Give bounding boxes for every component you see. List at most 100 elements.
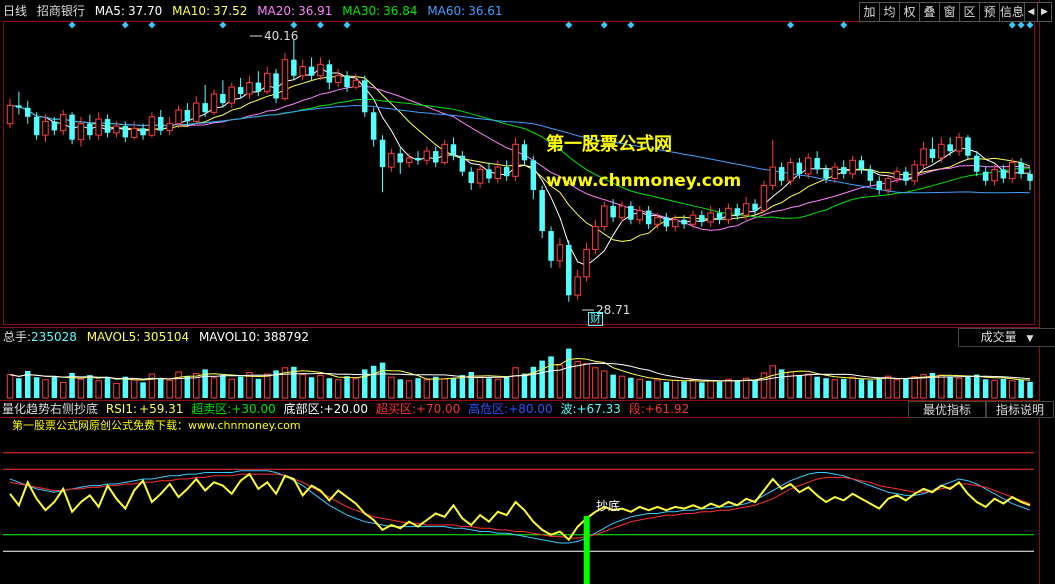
window-button[interactable]: 窗 xyxy=(939,2,960,22)
volume-bar xyxy=(60,381,67,399)
candle-body xyxy=(6,104,14,125)
candle-body xyxy=(858,160,865,170)
volume-bar xyxy=(654,379,661,399)
ma10-value: 37.52 xyxy=(213,4,248,18)
bottom-value: +20.00 xyxy=(323,402,369,416)
indicator-title[interactable]: 量化趋势右侧抄底 xyxy=(2,402,98,416)
candle-body xyxy=(77,123,85,141)
volume-bar xyxy=(965,376,971,398)
forecast-button[interactable]: 预 xyxy=(979,2,1000,22)
volume-bar xyxy=(415,378,421,398)
rsi-lines xyxy=(9,470,1031,544)
candle-body xyxy=(654,216,661,225)
prev-arrow-icon[interactable]: ◀ xyxy=(1024,2,1038,22)
candle-body xyxy=(760,184,768,211)
volume-bar xyxy=(255,378,262,398)
low-marker-badge[interactable]: 财 xyxy=(588,312,603,326)
optimal-indicator-button[interactable]: 最优指标 xyxy=(908,401,986,418)
top-diamond-markers xyxy=(68,21,1034,29)
candle-body xyxy=(592,226,599,251)
candle-body xyxy=(796,162,803,174)
ma10-label: MA10: xyxy=(172,4,210,18)
candle-body xyxy=(965,137,971,156)
candles xyxy=(6,40,1033,302)
candle-body xyxy=(583,248,590,278)
candle-body xyxy=(769,166,776,186)
candle-body xyxy=(903,171,909,181)
watermark-url: www.chnmoney.com xyxy=(546,171,742,191)
candle-body xyxy=(42,120,49,136)
volume-bar xyxy=(308,377,315,398)
candle-body xyxy=(281,59,289,100)
diamond-marker xyxy=(1008,21,1016,29)
volume-bar xyxy=(1018,379,1024,398)
info-button[interactable]: 信息 xyxy=(999,2,1025,22)
add-button[interactable]: 加 xyxy=(859,2,880,22)
mavol10-value: 388792 xyxy=(263,330,309,344)
seg-value: +61.92 xyxy=(644,402,690,416)
signal-bar xyxy=(583,516,590,584)
volume-bar xyxy=(459,375,466,398)
rights-button[interactable]: 权 xyxy=(899,2,920,22)
wave-value: +67.33 xyxy=(576,402,621,416)
volume-bar xyxy=(1027,381,1033,398)
ma5-line xyxy=(9,67,1030,266)
candle-body xyxy=(95,118,102,136)
volume-bar xyxy=(707,380,714,399)
period-label[interactable]: 日线 xyxy=(3,4,27,18)
stock-name: 招商银行 xyxy=(36,4,85,18)
candle-body xyxy=(503,167,510,177)
volume-bar xyxy=(486,378,492,398)
ma20-value: 36.91 xyxy=(298,4,333,18)
watermark-title: 第一股票公式网 xyxy=(546,134,672,155)
candle-body xyxy=(672,219,679,228)
candle-body xyxy=(610,206,616,218)
volume-bar xyxy=(441,378,448,399)
candle-body xyxy=(841,167,847,174)
bottom-label: 底部区: xyxy=(283,402,324,416)
candle-body xyxy=(334,75,342,84)
candle-body xyxy=(202,103,208,113)
candle-body xyxy=(884,178,892,191)
volume-bar xyxy=(814,376,820,398)
average-button[interactable]: 均 xyxy=(879,2,900,22)
candle-body xyxy=(113,125,120,134)
volume-bar xyxy=(299,374,306,399)
ma20-line xyxy=(9,85,1031,231)
mavol10-label: MAVOL10: xyxy=(198,330,261,344)
overlay-button[interactable]: 叠 xyxy=(919,2,940,22)
candle-body xyxy=(69,114,75,140)
candle-body xyxy=(33,116,40,136)
ma30-label: MA30: xyxy=(342,4,381,18)
ma-lines xyxy=(9,67,1031,266)
indicator-explain-button[interactable]: 指标说明 xyxy=(986,401,1054,418)
range-button[interactable]: 区 xyxy=(959,2,980,22)
diamond-marker xyxy=(565,21,573,29)
rsi1-line xyxy=(9,472,1031,542)
diamond-marker xyxy=(219,21,227,29)
candle-body xyxy=(1027,174,1033,181)
candle-body xyxy=(16,105,22,108)
chart-canvas[interactable] xyxy=(0,0,1055,584)
candle-body xyxy=(397,153,403,163)
total-volume-label: 总手: xyxy=(3,330,32,344)
rsi-levels xyxy=(3,452,1034,552)
candle-body xyxy=(663,217,670,227)
volume-bar xyxy=(849,376,856,399)
candle-body xyxy=(974,155,980,172)
volume-bar xyxy=(903,378,909,398)
candle-body xyxy=(574,276,581,296)
volume-bar xyxy=(344,376,350,398)
volume-bar xyxy=(982,379,989,398)
volume-bar xyxy=(317,375,324,399)
candle-body xyxy=(876,180,882,190)
candle-body xyxy=(938,143,945,159)
candle-body xyxy=(441,143,448,164)
volume-bar xyxy=(130,379,138,399)
volume-indicator-name: 成交量 xyxy=(980,330,1017,344)
next-arrow-icon[interactable]: ▶ xyxy=(1037,2,1052,22)
volume-indicator-selector[interactable]: 成交量 ▼ xyxy=(958,328,1055,347)
volume-bar xyxy=(760,372,768,399)
volume-bar xyxy=(539,360,545,398)
candle-body xyxy=(1018,162,1024,174)
